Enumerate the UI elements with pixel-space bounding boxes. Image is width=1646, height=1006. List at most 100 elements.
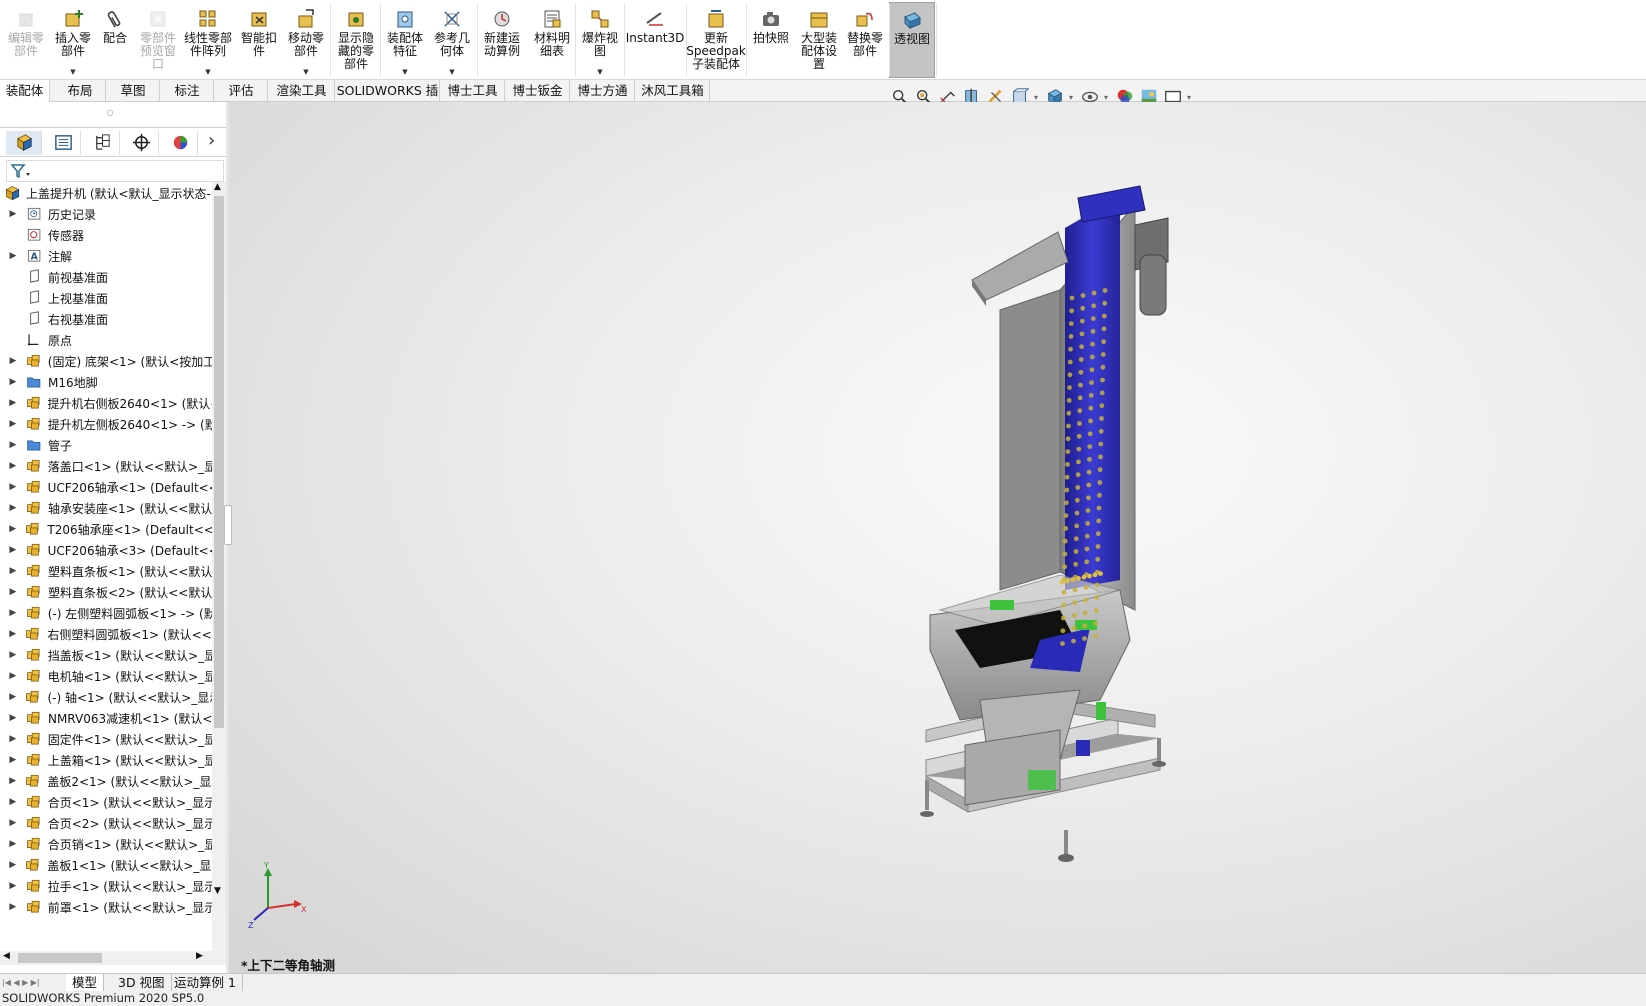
tree-item[interactable]: ▶ 塑料直条板<2> (默认<<默认 <box>0 581 212 603</box>
expand-arrow-icon[interactable]: ▶ <box>8 650 18 660</box>
tree-item[interactable]: 上视基准面 <box>0 287 212 309</box>
more-tabs-chevron-icon[interactable]: › <box>208 130 215 151</box>
bottom-tab-0[interactable]: 模型 <box>66 974 105 992</box>
chevron-down-icon[interactable]: ▾ <box>1069 93 1077 102</box>
tree-item[interactable]: ▶ (固定) 底架<1> (默认<按加工 <box>0 350 212 372</box>
expand-arrow-icon[interactable]: ▶ <box>8 776 17 786</box>
expand-arrow-icon[interactable]: ▶ <box>8 482 18 492</box>
ribbon-button-insert-component[interactable]: 插入零 部件 ▼ <box>52 2 94 78</box>
panel-splitter-grip[interactable] <box>224 505 232 545</box>
tree-item[interactable]: ▶ 盖板1<1> (默认<<默认>_显示 <box>0 854 212 876</box>
expand-arrow-icon[interactable]: ▶ <box>8 860 17 870</box>
bottom-tab-nav-arrows[interactable]: |◀ ◀ ▶ ▶| <box>2 974 40 991</box>
ribbon-button-reference-geometry[interactable]: 参考几 何体 ▼ <box>428 2 476 78</box>
tree-vertical-scrollbar[interactable]: ▲ ▼ <box>212 182 226 952</box>
ribbon-button-exploded-view[interactable]: 爆炸视 图 ▼ <box>578 2 622 78</box>
ribbon-button-large-assembly[interactable]: 大型装 配体设 置 <box>796 2 842 78</box>
tree-item[interactable]: ▶ 塑料直条板<1> (默认<<默认 <box>0 560 212 582</box>
expand-arrow-icon[interactable]: ▶ <box>8 356 18 366</box>
chevron-down-icon[interactable]: ▼ <box>205 68 210 76</box>
expand-arrow-icon[interactable]: ▶ <box>8 503 18 513</box>
command-tab-4[interactable]: 评估 <box>215 80 268 102</box>
ribbon-button-move-component[interactable]: 移动零 部件 ▼ <box>282 2 330 78</box>
tree-item[interactable]: ▶ 前罩<1> (默认<<默认>_显示 <box>0 896 212 918</box>
tree-item[interactable]: ▶ 拉手<1> (默认<<默认>_显示 <box>0 875 212 897</box>
expand-arrow-icon[interactable]: ▶ <box>8 671 18 681</box>
ribbon-button-show-hidden[interactable]: 显示隐 藏的零 部件 <box>334 2 378 78</box>
tree-item[interactable]: ▶ 固定件<1> (默认<<默认>_显 <box>0 728 212 750</box>
feature-manager-collapse-handle[interactable]: ○ <box>105 108 115 117</box>
expand-arrow-icon[interactable]: ▶ <box>8 755 18 765</box>
command-tab-9[interactable]: 博士方通 <box>571 80 635 102</box>
configurationmanager-tab-icon[interactable] <box>84 131 120 155</box>
command-tab-2[interactable]: 草图 <box>107 80 160 102</box>
chevron-down-icon[interactable]: ▾ <box>1187 93 1195 102</box>
scroll-up-arrow[interactable]: ▲ <box>214 182 221 192</box>
command-tab-1[interactable]: 布局 <box>55 80 106 102</box>
expand-arrow-icon[interactable]: ▶ <box>8 524 17 534</box>
scroll-right-arrow[interactable]: ▶ <box>196 951 203 961</box>
dimxpert-tab-icon[interactable] <box>123 131 159 155</box>
chevron-down-icon[interactable]: ▾ <box>1104 93 1112 102</box>
expand-arrow-icon[interactable]: ▶ <box>8 587 18 597</box>
tree-item[interactable]: 前视基准面 <box>0 266 212 288</box>
expand-arrow-icon[interactable]: ▶ <box>8 209 18 219</box>
expand-arrow-icon[interactable]: ▶ <box>8 566 18 576</box>
tree-item[interactable]: ▶ (-) 左侧塑料圆弧板<1> -> (默 <box>0 602 212 624</box>
tree-item[interactable]: ▶ A 注解 <box>0 245 212 267</box>
expand-arrow-icon[interactable]: ▶ <box>8 629 17 639</box>
chevron-down-icon[interactable]: ▼ <box>70 68 75 76</box>
chevron-down-icon[interactable]: ▾ <box>1034 93 1042 102</box>
tree-item[interactable]: 右视基准面 <box>0 308 212 330</box>
tree-item[interactable]: ▶ 管子 <box>0 434 212 456</box>
expand-arrow-icon[interactable]: ▶ <box>8 734 18 744</box>
ribbon-button-motion-study[interactable]: 新建运 动算例 <box>478 2 526 78</box>
tree-item[interactable]: ▶ 轴承安装座<1> (默认<<默认 <box>0 497 212 519</box>
tree-item[interactable]: ▶ 盖板2<1> (默认<<默认>_显示 <box>0 770 212 792</box>
tree-item[interactable]: ▶ (-) 轴<1> (默认<<默认>_显示 <box>0 686 212 708</box>
expand-arrow-icon[interactable]: ▶ <box>8 797 18 807</box>
scroll-down-arrow[interactable]: ▼ <box>214 886 221 896</box>
command-tab-3[interactable]: 标注 <box>161 80 214 102</box>
tree-root-assembly[interactable]: 上盖提升机 (默认<默认_显示状态- <box>0 182 212 204</box>
featuremanager-tab-icon[interactable] <box>6 131 42 155</box>
graphics-area[interactable]: Y X Z <box>228 102 1646 974</box>
propertymanager-tab-icon[interactable] <box>45 131 81 155</box>
tree-horizontal-scroll-thumb[interactable] <box>18 953 102 963</box>
tree-item[interactable]: ▶ M16地脚 <box>0 371 212 393</box>
tree-item[interactable]: 传感器 <box>0 224 212 246</box>
expand-arrow-icon[interactable]: ▶ <box>8 377 18 387</box>
ribbon-button-smart-fasteners[interactable]: 智能扣 件 <box>238 2 280 78</box>
command-tab-8[interactable]: 博士钣金 <box>506 80 570 102</box>
tree-item[interactable]: ▶ 合页<2> (默认<<默认>_显示 <box>0 812 212 834</box>
command-tab-7[interactable]: 博士工具 <box>441 80 505 102</box>
command-tab-6[interactable]: SOLIDWORKS 插件 <box>336 80 440 119</box>
tree-item[interactable]: ▶ UCF206轴承<1> (Default<< <box>0 476 212 498</box>
expand-arrow-icon[interactable]: ▶ <box>8 398 18 408</box>
tree-item[interactable]: ▶ 右侧塑料圆弧板<1> (默认<<默 <box>0 623 212 645</box>
command-tab-5[interactable]: 渲染工具 <box>269 80 335 102</box>
ribbon-button-linear-pattern[interactable]: 线性零部 件阵列 ▼ <box>182 2 234 78</box>
tree-horizontal-scrollbar[interactable]: ◀ ▶ <box>0 951 228 965</box>
tree-item[interactable]: ▶ 历史记录 <box>0 203 212 225</box>
expand-arrow-icon[interactable]: ▶ <box>8 251 18 261</box>
chevron-down-icon[interactable]: ▼ <box>597 68 602 76</box>
tree-item[interactable]: ▶ 合页<1> (默认<<默认>_显示 <box>0 791 212 813</box>
ribbon-button-mate-paperclip[interactable]: 配合 <box>96 2 134 78</box>
bottom-tab-1[interactable]: 3D 视图 <box>112 974 172 992</box>
tree-item[interactable]: 原点 <box>0 329 212 351</box>
bottom-tab-2[interactable]: 运动算例 1 <box>168 974 243 992</box>
tree-item[interactable]: ▶ 落盖口<1> (默认<<默认>_显 <box>0 455 212 477</box>
chevron-down-icon[interactable]: ▼ <box>402 68 407 76</box>
chevron-down-icon[interactable]: ▼ <box>303 68 308 76</box>
ribbon-button-edit-component[interactable]: 编辑零 部件 <box>2 2 50 78</box>
ribbon-button-component-preview[interactable]: 零部件 预览窗 口 <box>136 2 180 78</box>
ribbon-button-replace-component[interactable]: 替换零 部件 <box>842 2 888 78</box>
expand-arrow-icon[interactable]: ▶ <box>8 713 18 723</box>
tree-item[interactable]: ▶ 电机轴<1> (默认<<默认>_显 <box>0 665 212 687</box>
tree-item[interactable]: ▶ NMRV063减速机<1> (默认< <box>0 707 212 729</box>
expand-arrow-icon[interactable]: ▶ <box>8 440 18 450</box>
displaymanager-tab-icon[interactable] <box>162 131 198 155</box>
ribbon-button-assembly-features[interactable]: 装配体 特征 ▼ <box>382 2 428 78</box>
expand-arrow-icon[interactable]: ▶ <box>8 608 18 618</box>
